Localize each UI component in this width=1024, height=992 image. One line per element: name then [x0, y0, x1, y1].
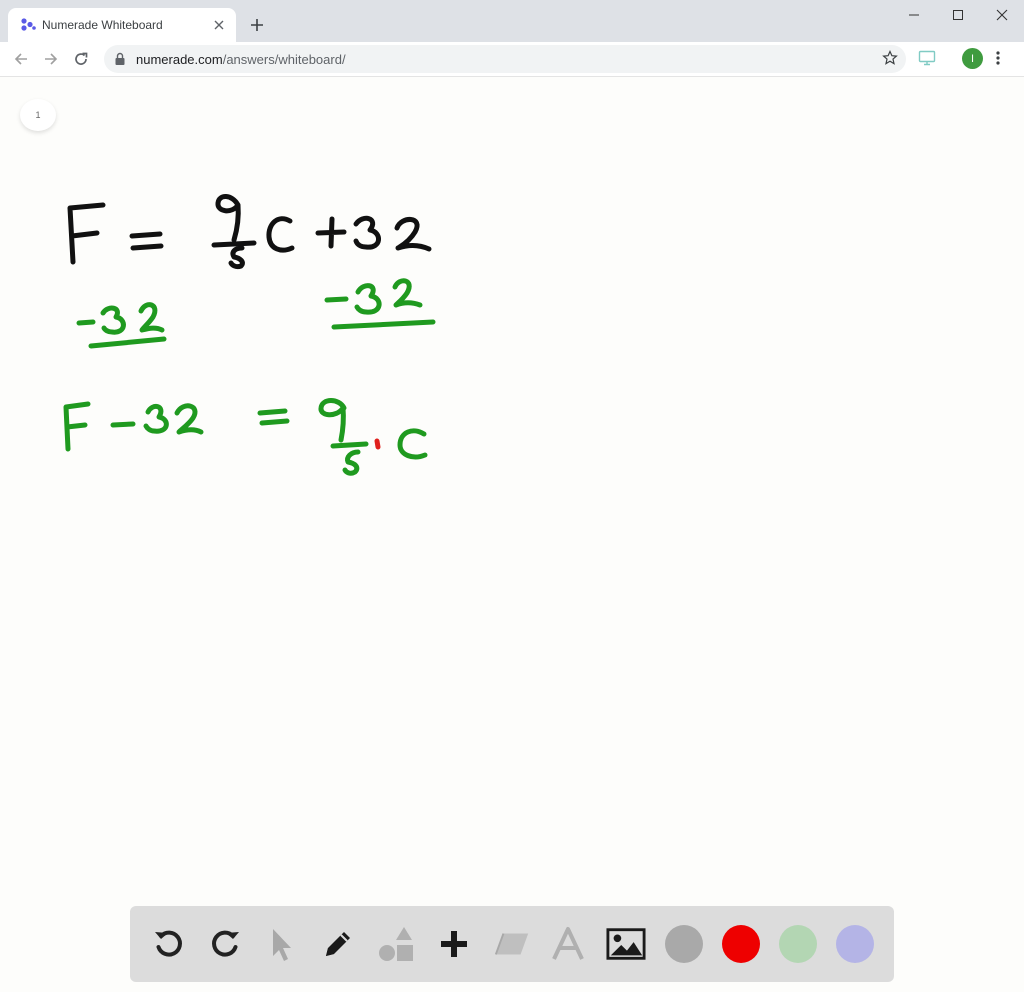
lock-icon	[114, 52, 126, 66]
profile-avatar[interactable]: I	[962, 48, 983, 69]
color-swatch-lavender[interactable]	[836, 925, 874, 963]
image-icon[interactable]	[606, 924, 646, 964]
eraser-icon[interactable]	[492, 924, 532, 964]
shapes-icon[interactable]	[376, 924, 416, 964]
handwriting-line-3	[63, 398, 428, 476]
more-menu-icon[interactable]	[996, 50, 1000, 66]
window-close-icon[interactable]	[980, 0, 1024, 30]
url-text: numerade.com/answers/whiteboard/	[136, 52, 346, 67]
add-icon[interactable]	[434, 924, 474, 964]
cast-screen-icon[interactable]	[918, 50, 936, 66]
address-bar[interactable]: numerade.com/answers/whiteboard/	[104, 45, 906, 73]
browser-tab[interactable]: Numerade Whiteboard	[8, 8, 236, 42]
browser-tabstrip: Numerade Whiteboard	[0, 0, 1024, 42]
tab-title: Numerade Whiteboard	[42, 18, 163, 32]
color-swatch-light-green[interactable]	[779, 925, 817, 963]
tab-close-icon[interactable]	[210, 16, 228, 34]
maximize-icon[interactable]	[936, 0, 980, 30]
reload-icon[interactable]	[68, 46, 94, 72]
handwriting-dot	[374, 438, 381, 450]
drawing-toolbar	[130, 906, 894, 982]
select-icon[interactable]	[260, 924, 300, 964]
undo-icon[interactable]	[148, 924, 188, 964]
url-path: /answers/whiteboard/	[222, 52, 346, 67]
text-icon[interactable]	[548, 924, 588, 964]
bookmark-star-icon[interactable]	[882, 50, 898, 66]
color-swatch-gray[interactable]	[665, 925, 703, 963]
forward-icon[interactable]	[38, 46, 64, 72]
minimize-icon[interactable]	[892, 0, 936, 30]
numerade-logo-icon	[20, 17, 36, 33]
back-icon[interactable]	[8, 46, 34, 72]
pen-icon[interactable]	[318, 924, 358, 964]
url-host: numerade.com	[136, 52, 223, 67]
new-tab-icon[interactable]	[246, 14, 268, 36]
whiteboard-canvas[interactable]	[0, 77, 1024, 897]
handwriting-line-2	[76, 278, 436, 349]
handwriting-line-1	[67, 194, 432, 270]
browser-toolbar: numerade.com/answers/whiteboard/ I	[0, 42, 1024, 77]
redo-icon[interactable]	[206, 924, 246, 964]
color-swatch-red[interactable]	[722, 925, 760, 963]
